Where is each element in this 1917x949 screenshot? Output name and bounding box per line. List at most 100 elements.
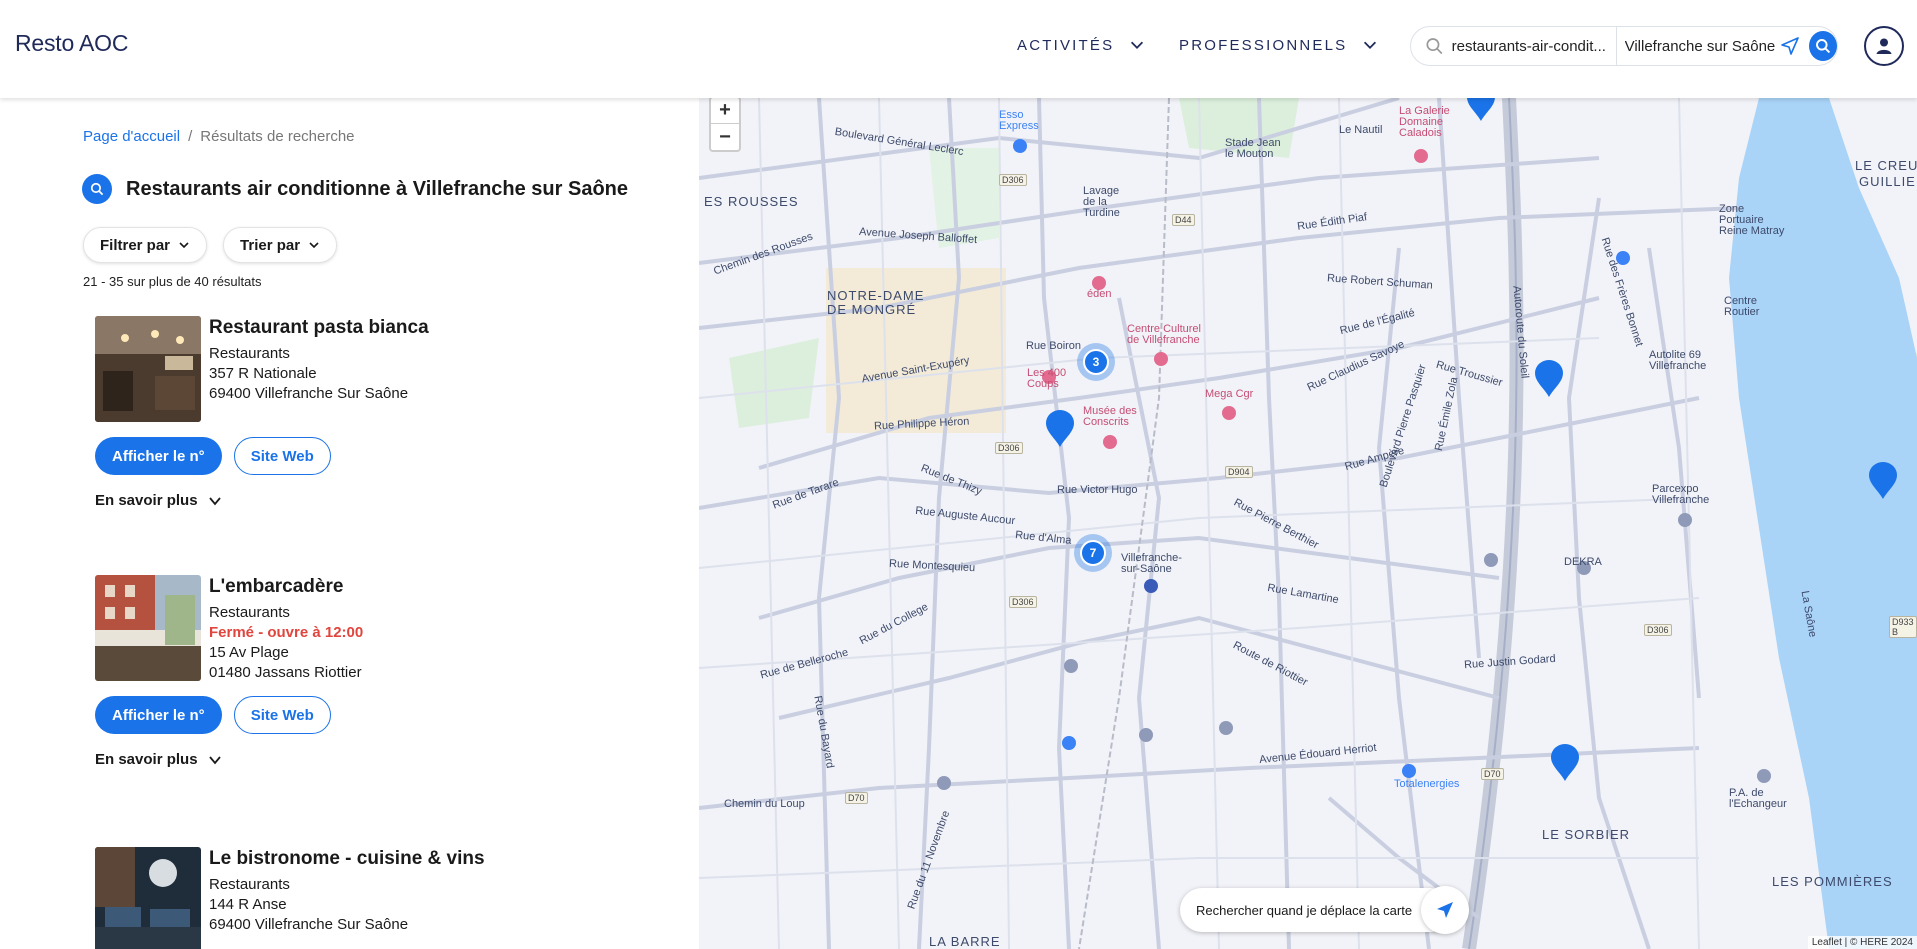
map-label: Rue Boiron xyxy=(1026,340,1082,352)
zoom-in-button[interactable]: + xyxy=(711,98,739,124)
map-label: Parcexpo Villefranche xyxy=(1652,483,1710,506)
more-info-toggle[interactable]: En savoir plus xyxy=(95,751,222,768)
show-phone-button[interactable]: Afficher le n° xyxy=(95,696,222,734)
more-info-label: En savoir plus xyxy=(95,492,198,509)
listing-photo[interactable] xyxy=(95,575,201,681)
listing-actions: Afficher le n° Site Web xyxy=(95,696,331,734)
road-tag: D933 B xyxy=(1889,616,1917,638)
map-pin-icon[interactable] xyxy=(1550,744,1580,782)
map-label: Villefranche-sur-Saône xyxy=(1121,552,1182,575)
listing-street: 357 R Nationale xyxy=(209,365,317,382)
map-label: Rue Victor Hugo xyxy=(1057,484,1138,496)
map-label: Chemin du Loup xyxy=(724,798,805,810)
filter-label: Filtrer par xyxy=(100,236,171,254)
chevron-down-icon xyxy=(179,242,189,249)
listing-street: 15 Av Plage xyxy=(209,644,289,661)
search-what-input[interactable] xyxy=(1451,37,1612,55)
map-label: LE CREU xyxy=(1855,158,1917,173)
search-badge xyxy=(82,174,112,204)
map-label: Centre Routier xyxy=(1724,295,1760,318)
breadcrumb-current: Résultats de recherche xyxy=(200,128,355,145)
map-label: P.A. de l'Echangeur xyxy=(1729,787,1787,810)
search-divider xyxy=(1615,26,1617,66)
map-locate-button[interactable] xyxy=(1421,886,1469,934)
marker-cluster[interactable]: 7 xyxy=(1074,534,1112,572)
listing-category: Restaurants xyxy=(209,345,290,362)
search-on-move-toggle[interactable]: Rechercher quand je déplace la carte xyxy=(1180,888,1454,932)
page-title: Restaurants air conditionne à Villefranc… xyxy=(126,177,629,200)
listing-info: Restaurant pasta bianca Restaurants 357 … xyxy=(209,316,429,404)
nav-professionnels-label: PROFESSIONNELS xyxy=(1179,36,1348,54)
zoom-out-button[interactable]: − xyxy=(711,124,739,150)
road-tag: D44 xyxy=(1172,214,1195,226)
nav-professionnels[interactable]: PROFESSIONNELS xyxy=(1179,36,1379,54)
listing-info: L'embarcadère Restaurants Fermé - ouvre … xyxy=(209,575,363,683)
map-label: Mega Cgr xyxy=(1205,388,1254,400)
more-info-toggle[interactable]: En savoir plus xyxy=(95,492,222,509)
listing-status: Fermé - ouvre à 12:00 xyxy=(209,624,364,641)
map-label: Zone Portuaire Reine Matray xyxy=(1719,203,1785,237)
map-label: DE MONGRÉ xyxy=(827,302,917,317)
sort-button[interactable]: Trier par xyxy=(223,227,338,263)
breadcrumb: Page d'accueil / Résultats de recherche xyxy=(83,128,355,145)
listing-name[interactable]: L'embarcadère xyxy=(209,576,363,598)
nav-activites[interactable]: ACTIVITÉS xyxy=(1017,36,1146,54)
road-tag: D306 xyxy=(1644,624,1672,636)
listing-photo[interactable] xyxy=(95,847,201,949)
search-where-input[interactable] xyxy=(1624,37,1775,55)
map-label: LA BARRE xyxy=(929,934,1001,949)
map-label: Les 400 Coups xyxy=(1027,367,1067,390)
chevron-down-icon xyxy=(208,496,221,505)
map-label: ES ROUSSES xyxy=(704,194,799,209)
website-button[interactable]: Site Web xyxy=(233,696,331,734)
search-on-move-label: Rechercher quand je déplace la carte xyxy=(1196,902,1413,918)
site-logo[interactable]: Resto AOC xyxy=(15,30,128,57)
listing-city: 69400 Villefranche Sur Saône xyxy=(209,916,409,933)
user-account-button[interactable] xyxy=(1864,26,1904,66)
map-label: Autolite 69 Villefranche xyxy=(1649,349,1707,372)
search-submit-button[interactable] xyxy=(1809,31,1838,61)
listing-category: Restaurants xyxy=(209,604,290,621)
map-label: NOTRE-DAME xyxy=(827,288,925,303)
marker-cluster[interactable]: 3 xyxy=(1077,343,1115,381)
filter-row: Filtrer par Trier par xyxy=(83,227,338,263)
filter-button[interactable]: Filtrer par xyxy=(83,227,208,263)
nav-activites-label: ACTIVITÉS xyxy=(1017,36,1115,54)
breadcrumb-home-link[interactable]: Page d'accueil xyxy=(83,128,180,145)
road-tag: D904 xyxy=(1225,466,1253,478)
chevron-down-icon xyxy=(309,242,319,249)
website-button[interactable]: Site Web xyxy=(233,437,331,475)
map-pin-icon[interactable] xyxy=(1466,98,1496,122)
listing-photo[interactable] xyxy=(95,316,201,422)
map-attribution[interactable]: Leaflet | © HERE 2024 xyxy=(1807,936,1917,949)
chevron-down-icon xyxy=(208,755,221,764)
listing-category: Restaurants xyxy=(209,876,290,893)
map-label: Stade Jean le Mouton xyxy=(1225,137,1281,160)
map-label: Esso Express xyxy=(999,109,1039,132)
listing-name[interactable]: Restaurant pasta bianca xyxy=(209,317,429,339)
results-count: 21 - 35 sur plus de 40 résultats xyxy=(83,274,262,289)
location-arrow-icon xyxy=(1437,902,1453,918)
listing-name[interactable]: Le bistronome - cuisine & vins xyxy=(209,848,485,870)
geolocate-button[interactable] xyxy=(1779,34,1801,58)
map-pin-icon[interactable] xyxy=(1045,410,1075,448)
more-info-label: En savoir plus xyxy=(95,751,198,768)
zoom-control: + − xyxy=(709,98,741,152)
map-label: Le Nautil xyxy=(1339,124,1383,136)
map-label: Musée des Conscrits xyxy=(1083,405,1137,428)
map-label: éden xyxy=(1087,288,1112,300)
breadcrumb-separator: / xyxy=(188,128,193,145)
cluster-count: 7 xyxy=(1080,540,1106,566)
cluster-count: 3 xyxy=(1083,349,1109,375)
show-phone-button[interactable]: Afficher le n° xyxy=(95,437,222,475)
road-tag: D70 xyxy=(845,792,868,804)
map-label: Totalenergies xyxy=(1394,778,1460,790)
map-pin-icon[interactable] xyxy=(1868,462,1898,500)
search-icon xyxy=(1816,39,1831,54)
map-label: Centre Culturel de Villefranche xyxy=(1127,323,1201,346)
map-pin-icon[interactable] xyxy=(1534,360,1564,398)
results-map[interactable]: ES ROUSSES NOTRE-DAME DE MONGRÉ LE SORBI… xyxy=(699,98,1917,949)
road-tag: D306 xyxy=(1009,596,1037,608)
listing-city: 01480 Jassans Riottier xyxy=(209,664,362,681)
map-label: GUILLIE xyxy=(1859,174,1916,189)
